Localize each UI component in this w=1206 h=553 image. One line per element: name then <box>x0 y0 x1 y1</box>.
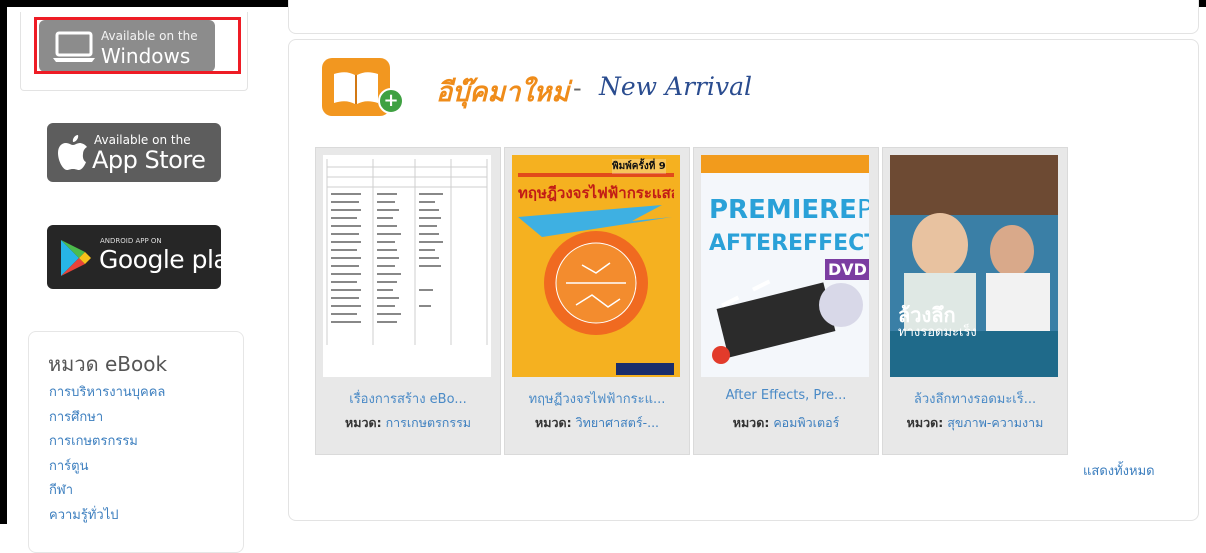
book-title-link[interactable]: ล้วงลึกทางรอดมะเร็... <box>883 388 1067 409</box>
book-cover-title1: PREMIEREPRO <box>709 195 869 225</box>
google-play-badge[interactable]: ANDROID APP ON Google play <box>47 225 221 289</box>
book-category-label: หมวด: <box>534 415 572 430</box>
book-category-label: หมวด: <box>344 415 382 430</box>
app-store-badge-line1: Available on the <box>94 133 191 147</box>
book-cover-pro: PRO <box>856 195 869 225</box>
book-category-label: หมวด: <box>906 415 944 430</box>
google-play-badge-line2: Google play <box>99 245 221 274</box>
category-list: การบริหารงานบุคคล การศึกษา การเกษตรกรรม … <box>49 383 165 531</box>
book-category-link[interactable]: คอมพิวเตอร์ <box>773 415 839 430</box>
book-category: หมวด: วิทยาศาสตร์-... <box>505 413 689 433</box>
book-category: หมวด: คอมพิวเตอร์ <box>694 413 878 433</box>
book-cover[interactable]: PREMIEREPRO AFTEREFFECTS DVD <box>701 155 869 377</box>
book-cover-heading: ทฤษฎีวงจรไฟฟ้ากระแสสลับ <box>518 184 674 202</box>
window-frame-left <box>0 0 7 524</box>
book-category-link[interactable]: วิทยาศาสตร์-... <box>576 415 659 430</box>
section-title-english: New Arrival <box>599 72 752 101</box>
book-title-link[interactable]: ทฤษฏีวงจรไฟฟ้ากระแ... <box>505 388 689 409</box>
book-cover-premiere: PREMIERE <box>709 195 857 225</box>
book-cover[interactable] <box>323 155 491 377</box>
show-all-link[interactable]: แสดงทั้งหมด <box>1083 460 1155 481</box>
highlight-box <box>34 17 241 74</box>
category-link[interactable]: ความรู้ทั่วไป <box>49 506 165 531</box>
category-link[interactable]: การเกษตรกรรม <box>49 432 165 457</box>
category-link[interactable]: การ์ตูน <box>49 457 165 482</box>
book-category-label: หมวด: <box>732 415 770 430</box>
apple-icon <box>58 135 87 170</box>
google-play-badge-line1: ANDROID APP ON <box>100 237 162 245</box>
book-card[interactable]: ล้วงลึก ทางรอดมะเร็ง ล้วงลึกทางรอดมะเร็.… <box>882 147 1068 455</box>
book-title-link[interactable]: เรื่องการสร้าง eBo... <box>316 388 500 409</box>
category-panel-title: หมวด eBook <box>48 352 168 376</box>
book-cover-title2: AFTEREFFECTS <box>709 231 869 256</box>
app-store-badge-line2: App Store <box>92 146 206 174</box>
book-title-link[interactable]: After Effects, Pre... <box>694 388 878 403</box>
book-cover[interactable]: ล้วงลึก ทางรอดมะเร็ง <box>890 155 1058 377</box>
book-card[interactable]: เรื่องการสร้าง eBo... หมวด: การเกษตรกรรม <box>315 147 501 455</box>
book-cover-dvd-tag: DVD <box>825 259 869 280</box>
section-title-separator: - <box>573 74 582 102</box>
book-cover-edition: พิมพ์ครั้งที่ 9 <box>612 159 666 174</box>
book-category-link[interactable]: สุขภาพ-ความงาม <box>947 415 1043 430</box>
category-link[interactable]: การบริหารงานบุคคล <box>49 383 165 408</box>
book-category-link[interactable]: การเกษตรกรรม <box>386 415 471 430</box>
book-card[interactable]: PREMIEREPRO AFTEREFFECTS DVD After Effec… <box>693 147 879 455</box>
app-store-badge[interactable]: Available on the App Store <box>47 123 221 182</box>
book-card[interactable]: พิมพ์ครั้งที่ 9 ทฤษฎีวงจรไฟฟ้ากระแสสลับ … <box>504 147 690 455</box>
book-cover[interactable]: พิมพ์ครั้งที่ 9 ทฤษฎีวงจรไฟฟ้ากระแสสลับ <box>512 155 680 377</box>
book-cover-title2: ทางรอดมะเร็ง <box>898 325 977 340</box>
book-category: หมวด: สุขภาพ-ความงาม <box>883 413 1067 433</box>
category-link[interactable]: กีฬา <box>49 481 165 506</box>
category-link[interactable]: การศึกษา <box>49 408 165 433</box>
open-book-icon: + <box>322 58 404 116</box>
previous-section-panel <box>288 0 1199 34</box>
add-icon: + <box>378 88 404 114</box>
google-play-icon <box>61 240 91 276</box>
section-title-thai: อีบุ๊คมาใหม่ <box>436 77 570 108</box>
book-category: หมวด: การเกษตรกรรม <box>316 413 500 433</box>
